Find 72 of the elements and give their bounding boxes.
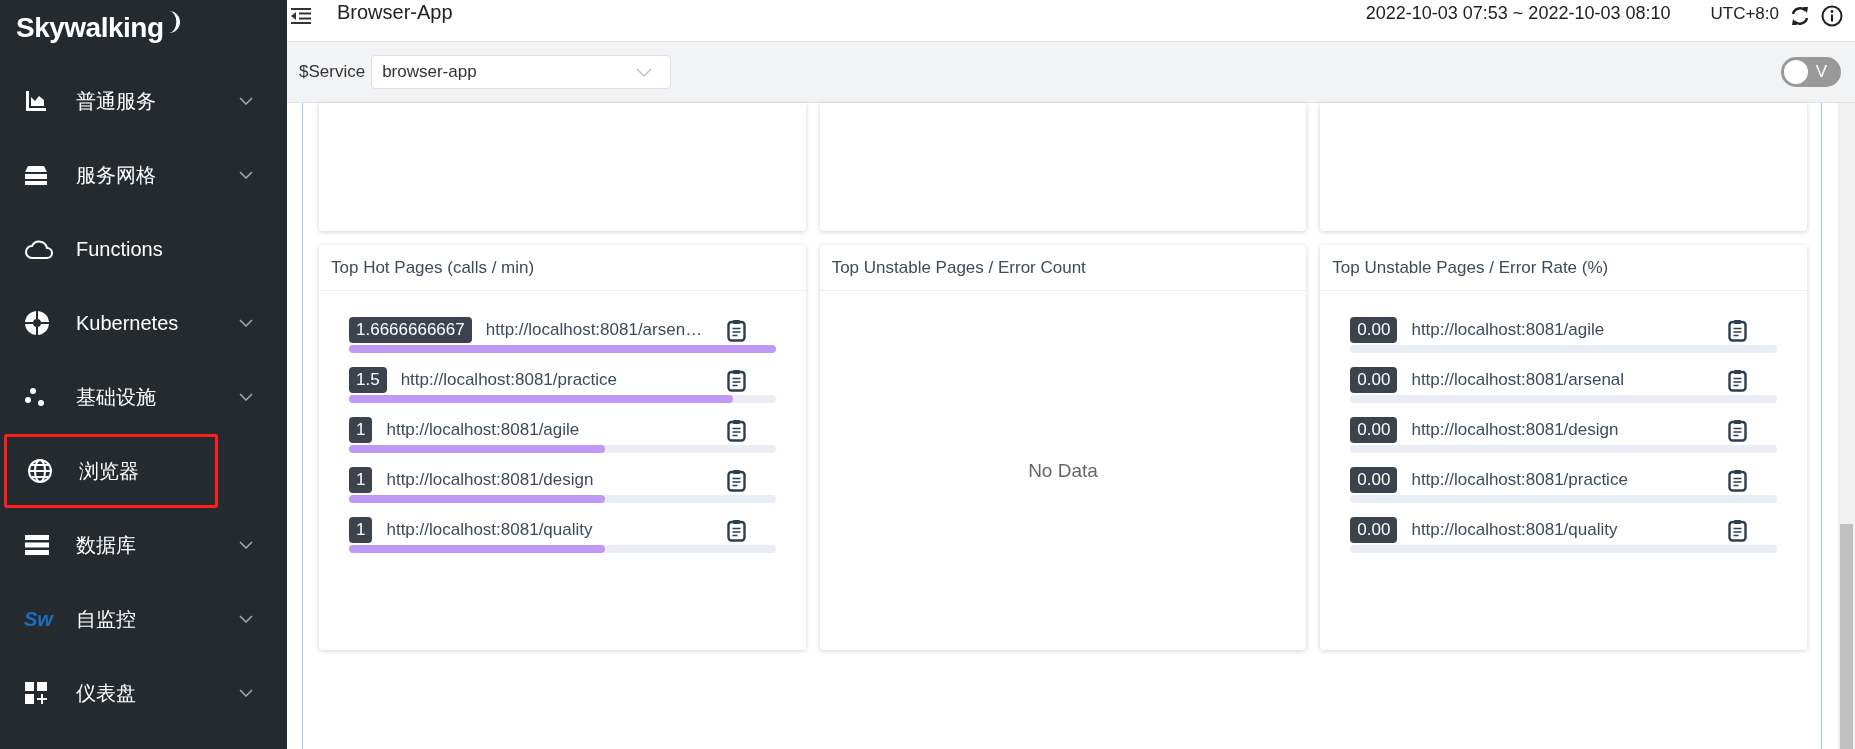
server-icon xyxy=(24,534,50,556)
nav-item[interactable]: Sw 自监控 xyxy=(4,582,283,656)
page-url: http://localhost:8081/practice xyxy=(1411,470,1629,490)
info-icon[interactable] xyxy=(1821,4,1843,27)
wheel-icon xyxy=(24,310,50,336)
stack-icon xyxy=(24,164,48,186)
page-url: http://localhost:8081/practice xyxy=(400,370,619,390)
nav-label: 浏览器 xyxy=(79,458,140,484)
chevron-down-icon xyxy=(636,67,653,77)
clipboard-icon[interactable] xyxy=(726,368,746,392)
logo-icon: Sw xyxy=(24,607,53,631)
nav-item[interactable]: Kubernetes xyxy=(4,286,283,360)
timezone-label: UTC+8:0 xyxy=(1710,3,1779,24)
clipboard-icon[interactable] xyxy=(726,418,746,442)
refresh-icon[interactable] xyxy=(1789,4,1811,27)
page-title: Browser-App xyxy=(337,1,453,24)
value-badge: 1 xyxy=(349,517,373,543)
nav-label: 服务网格 xyxy=(76,162,157,188)
no-data-text: No Data xyxy=(1028,459,1098,482)
nav-label: 普通服务 xyxy=(76,88,157,114)
service-select[interactable]: browser-app xyxy=(371,55,672,89)
card-title: Top Hot Pages (calls / min) xyxy=(331,257,535,278)
page-url: http://localhost:8081/arsen… xyxy=(485,320,704,340)
value-badge: 0.00 xyxy=(1350,367,1398,393)
value-badge: 1 xyxy=(349,417,373,443)
brand-logo: Skywalking xyxy=(16,12,164,44)
card-title: Top Unstable Pages / Error Count xyxy=(831,257,1086,278)
clipboard-icon[interactable] xyxy=(1728,468,1747,492)
cloud-icon xyxy=(24,238,54,260)
value-badge: 0.00 xyxy=(1350,317,1398,343)
nav-label: Functions xyxy=(76,237,164,261)
chart-icon xyxy=(24,89,48,113)
value-badge: 0.00 xyxy=(1350,417,1398,443)
page-url: http://localhost:8081/arsenal xyxy=(1411,370,1626,390)
value-badge: 1 xyxy=(349,467,373,493)
page-url: http://localhost:8081/agile xyxy=(386,420,581,440)
nav-item[interactable]: 基础设施 xyxy=(4,360,283,434)
clipboard-icon[interactable] xyxy=(1728,318,1747,342)
scrollbar[interactable] xyxy=(1838,103,1855,749)
service-label: $Service xyxy=(299,62,366,82)
nav-item[interactable]: Functions xyxy=(4,212,283,286)
nav-item[interactable]: 服务网格 xyxy=(4,138,283,212)
value-badge: 0.00 xyxy=(1350,467,1398,493)
page-url: http://localhost:8081/agile xyxy=(1411,320,1606,340)
page-url: http://localhost:8081/design xyxy=(386,470,595,490)
clipboard-icon[interactable] xyxy=(1728,518,1747,542)
clipboard-icon[interactable] xyxy=(726,468,746,492)
card-title: Top Unstable Pages / Error Rate (%) xyxy=(1332,257,1609,278)
nav-label: 数据库 xyxy=(76,532,137,558)
nav-item[interactable]: 数据库 xyxy=(4,508,283,582)
nav-label: Kubernetes xyxy=(76,311,180,335)
clipboard-icon[interactable] xyxy=(726,318,746,342)
clipboard-icon[interactable] xyxy=(1728,368,1747,392)
value-badge: 0.00 xyxy=(1350,517,1398,543)
page-url: http://localhost:8081/quality xyxy=(1411,520,1619,540)
value-badge: 1.6666666667 xyxy=(349,317,472,343)
value-badge: 1.5 xyxy=(349,367,387,393)
time-range[interactable]: 2022-10-03 07:53 ~ 2022-10-03 08:10 xyxy=(1365,3,1671,24)
nav-label: 自监控 xyxy=(76,606,137,632)
nav-item[interactable]: 浏览器 xyxy=(4,434,218,508)
dots-icon xyxy=(24,387,46,407)
nav-label: 仪表盘 xyxy=(76,680,137,706)
globe-icon xyxy=(27,458,53,484)
page-url: http://localhost:8081/design xyxy=(1411,420,1620,440)
nav-item[interactable]: 普通服务 xyxy=(4,64,283,138)
menu-collapse-icon[interactable] xyxy=(291,7,311,24)
dashboard-add-icon xyxy=(24,681,48,705)
nav-item[interactable]: 仪表盘 xyxy=(4,656,283,730)
nav-label: 基础设施 xyxy=(76,384,157,410)
clipboard-icon[interactable] xyxy=(1728,418,1747,442)
clipboard-icon[interactable] xyxy=(726,518,746,542)
page-url: http://localhost:8081/quality xyxy=(386,520,594,540)
